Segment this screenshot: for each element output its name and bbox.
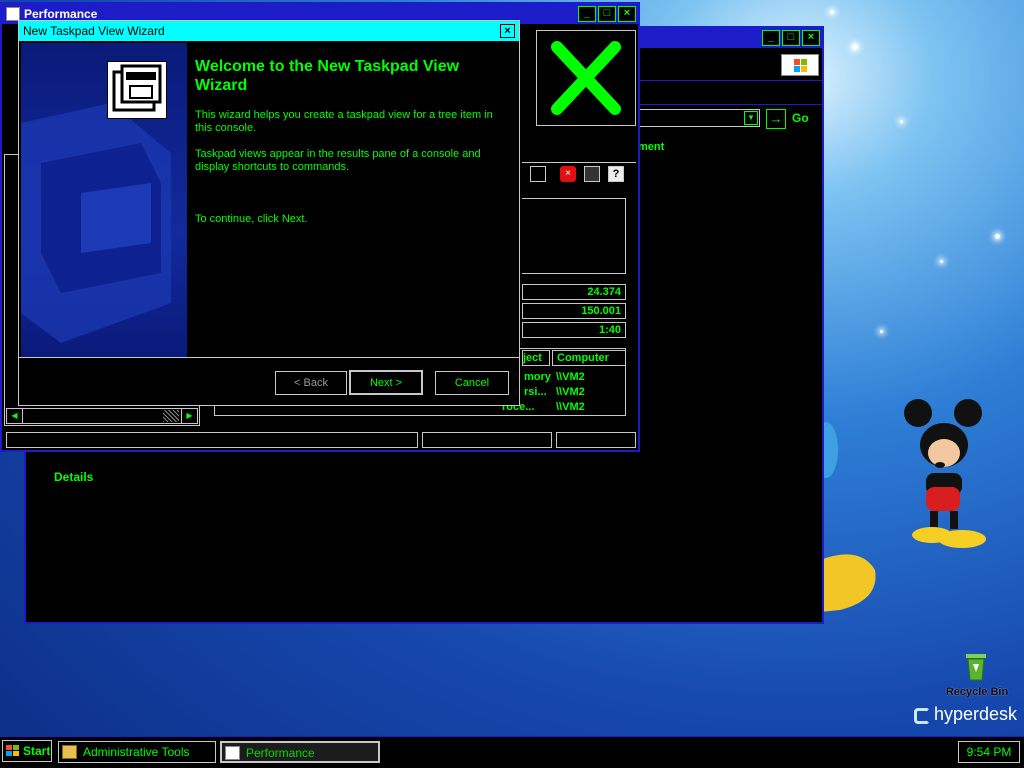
back-button[interactable]: < Back [274,370,348,396]
graph-toolbar: × ? [522,162,636,184]
sparkle [940,260,943,263]
wizard-close-button[interactable]: × [500,24,515,38]
wizard-icon-box [107,61,167,119]
close-button[interactable]: × [618,6,636,22]
table-row-object: mory [524,371,551,383]
table-row-computer: \\VM2 [556,386,585,398]
status-pane [556,432,636,448]
task-performance[interactable]: Performance [220,741,380,763]
maximize-button[interactable]: □ [782,30,800,46]
separator-line [638,80,822,81]
go-arrow-icon: → [766,109,786,129]
windows-flag-icon [6,745,19,756]
wizard-title-bar[interactable]: New Taskpad View Wizard × [19,21,519,41]
status-pane [6,432,418,448]
yellow-shape [820,554,876,612]
go-label: Go [792,111,809,125]
sparkle [852,44,858,50]
cancel-button[interactable]: Cancel [434,370,510,396]
task-label: Performance [246,746,315,760]
scroll-right-arrow[interactable]: ▶ [181,409,197,423]
status-bar [4,430,636,450]
separator-line [638,104,822,105]
brand-mark [914,708,930,724]
wizard-title: New Taskpad View Wizard [23,24,165,38]
value-maximum: 150.001 [522,303,626,319]
table-row-computer: \\VM2 [556,371,585,383]
details-label: Details [54,470,94,484]
column-header-computer[interactable]: Computer [552,350,626,366]
freeze-display-icon[interactable] [584,166,600,182]
folder-icon [62,745,77,759]
recycle-bin-label: Recycle Bin [945,686,1009,698]
wizard-intro-text: This wizard helps you create a taskpad v… [195,109,493,134]
next-button[interactable]: Next > [348,369,424,396]
taskpad-wizard-dialog[interactable]: New Taskpad View Wizard × Welcome to the… [18,20,520,406]
task-label: Administrative Tools [83,745,190,759]
column-header-object[interactable]: ject [522,350,550,366]
delete-icon[interactable]: × [560,166,576,182]
horizontal-scrollbar[interactable]: ◀ ▶ [6,408,198,424]
start-label: Start [23,744,51,758]
graph-area [522,198,626,274]
brand-text: hyperdesk [934,704,1018,724]
scroll-thumb[interactable] [163,410,179,422]
recycle-bin-icon [966,654,986,681]
taskpad-wizard-icon [112,64,162,112]
table-row-computer: \\VM2 [556,401,585,413]
address-dropdown[interactable]: ▼ [638,109,760,127]
x-mark-icon [551,41,621,115]
windows-logo-box [781,54,819,76]
performance-app-icon [225,746,240,760]
start-button[interactable]: Start [2,740,52,762]
wizard-continue-text: To continue, click Next. [195,213,308,225]
wizard-description-text: Taskpad views appear in the results pane… [195,148,481,173]
chevron-down-icon[interactable]: ▼ [744,111,758,125]
close-button[interactable]: × [802,30,820,46]
wizard-heading: Welcome to the New Taskpad View Wizard [195,58,460,94]
task-administrative-tools[interactable]: Administrative Tools [58,741,216,763]
brand-logo: hyperdesk [914,704,1018,728]
minimize-button[interactable]: _ [578,6,596,22]
x-graphic-box [536,30,636,126]
sparkle [995,234,1000,239]
status-pane [422,432,552,448]
go-button[interactable]: → Go [766,109,822,129]
wizard-divider [19,357,519,358]
performance-title: Performance [24,7,98,21]
maximize-button[interactable]: □ [598,6,616,22]
mickey-mouse-figure [904,399,986,548]
windows-flag-icon [794,59,807,72]
back-window-controls: _ □ × [762,30,820,46]
minimize-button[interactable]: _ [762,30,780,46]
value-last: 24.374 [522,284,626,300]
table-row-object: rsi... [524,386,547,398]
help-icon[interactable]: ? [608,166,624,182]
section-label-fragment: ment [638,141,665,153]
properties-icon[interactable] [530,166,546,182]
value-duration: 1:40 [522,322,626,338]
scroll-left-arrow[interactable]: ◀ [7,409,23,423]
system-tray-clock[interactable]: 9:54 PM [958,741,1020,763]
recycle-bin[interactable]: Recycle Bin [938,650,1016,700]
sparkle [900,120,903,123]
performance-window-controls: _ □ × [578,6,636,22]
sparkle [830,10,834,14]
performance-app-icon [6,7,20,21]
sparkle [880,330,883,333]
